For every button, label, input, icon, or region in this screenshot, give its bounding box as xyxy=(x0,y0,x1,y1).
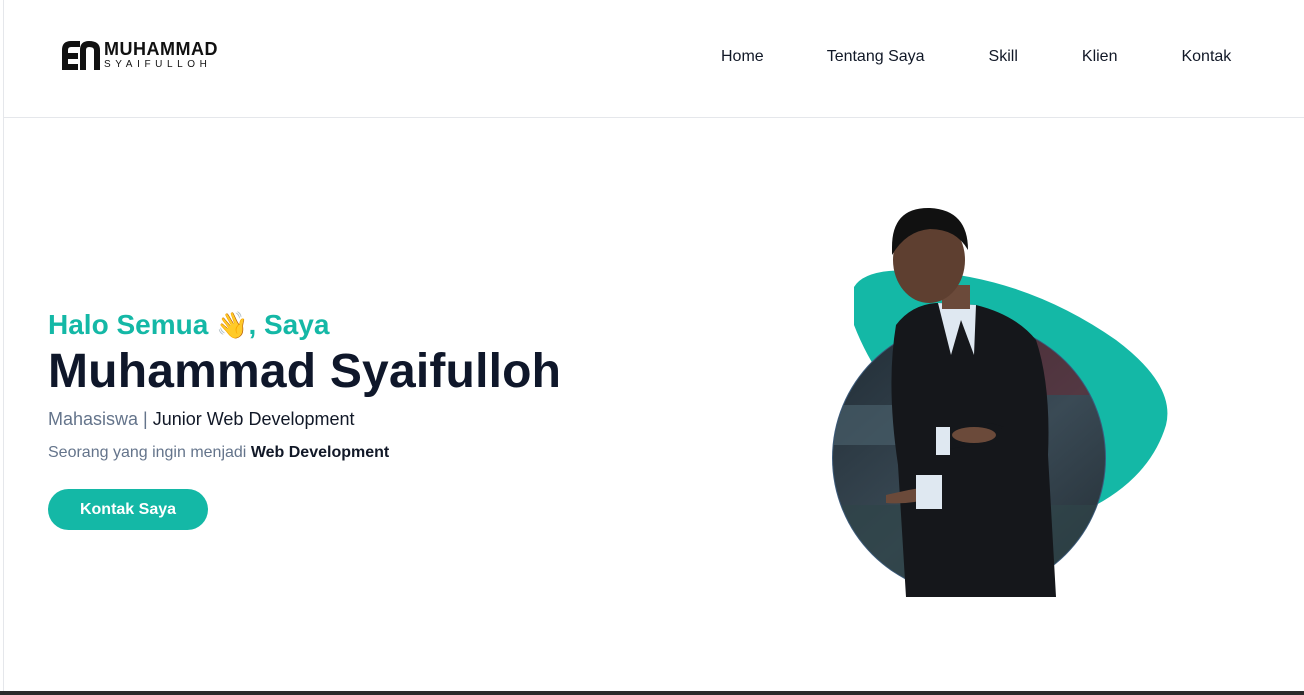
hero-name: Muhammad Syaifulloh xyxy=(48,345,562,398)
nav-home[interactable]: Home xyxy=(721,47,764,67)
main-nav: Home Tentang Saya Skill Klien Kontak xyxy=(721,47,1231,67)
kontak-saya-button[interactable]: Kontak Saya xyxy=(48,489,208,530)
greeting-suffix: , Saya xyxy=(248,309,330,340)
nav-klien[interactable]: Klien xyxy=(1082,47,1118,67)
profile-photo-icon xyxy=(832,207,1168,597)
desc-highlight: Web Development xyxy=(250,444,390,461)
hero-description: Seorang yang ingin menjadi Web Developme… xyxy=(48,443,389,463)
role-primary: Mahasiswa xyxy=(48,409,139,429)
desc-text: Seorang yang ingin menjadi xyxy=(48,444,251,461)
page-frame: MUHAMMAD SYAIFULLOH Home Tentang Saya Sk… xyxy=(3,0,1304,691)
nav-tentang-saya[interactable]: Tentang Saya xyxy=(827,47,925,67)
waving-hand-icon: 👋 xyxy=(216,310,249,340)
monogram-logo-icon xyxy=(62,41,100,70)
hero-role: Mahasiswa | Junior Web Development xyxy=(48,408,355,430)
brand-logo[interactable]: MUHAMMAD SYAIFULLOH xyxy=(60,38,218,72)
brand-name: MUHAMMAD xyxy=(104,39,218,59)
greeting-text: Halo Semua xyxy=(48,309,209,340)
hero-greeting: Halo Semua 👋, Saya xyxy=(48,308,329,342)
brand-subname: SYAIFULLOH xyxy=(104,59,212,70)
bottom-divider xyxy=(0,691,1304,695)
brand-text: MUHAMMAD SYAIFULLOH xyxy=(104,40,218,70)
nav-skill[interactable]: Skill xyxy=(989,47,1018,67)
nav-kontak[interactable]: Kontak xyxy=(1181,47,1231,67)
site-header: MUHAMMAD SYAIFULLOH Home Tentang Saya Sk… xyxy=(4,0,1304,118)
role-secondary: Junior Web Development xyxy=(152,409,355,429)
role-separator: | xyxy=(138,409,153,429)
